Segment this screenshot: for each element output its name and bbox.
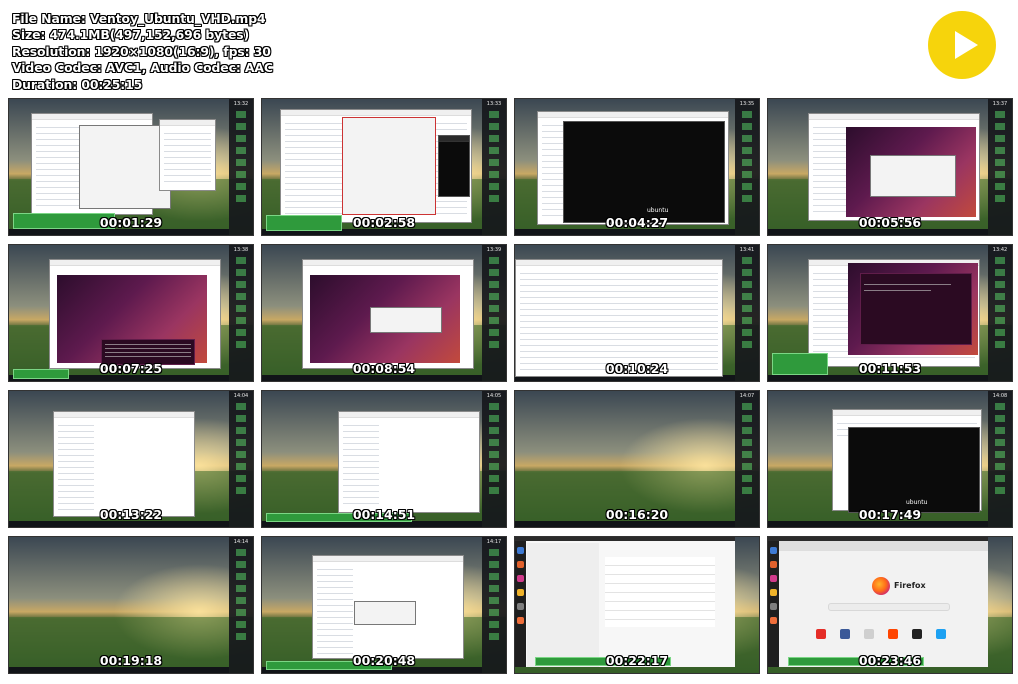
video-thumbnail[interactable]: 14:17 00:20:48 (261, 536, 507, 674)
thumbnail-timestamp: 00:02:58 (352, 215, 416, 230)
video-metadata: File Name: Ventoy_Ubuntu_VHD.mp4 Size: 4… (12, 11, 412, 93)
taskbar-clock: 13:38 (233, 247, 249, 253)
taskbar-clock: 14:08 (992, 393, 1008, 399)
video-thumbnail[interactable]: 13:38 00:07:25 (8, 244, 254, 382)
thumbnail-timestamp: 00:20:48 (352, 653, 416, 668)
video-thumbnail[interactable]: 14:08 ubuntu 00:17:49 (767, 390, 1013, 528)
firefox-search-bar[interactable] (828, 603, 950, 611)
video-thumbnail[interactable]: 13:32 00:01:29 (8, 98, 254, 236)
video-thumbnail[interactable]: 14:04 00:13:22 (8, 390, 254, 528)
play-icon (955, 31, 978, 59)
thumbnail-timestamp: 00:13:22 (99, 507, 163, 522)
taskbar-clock: 14:17 (486, 539, 502, 545)
thumbnail-timestamp: 00:05:56 (858, 215, 922, 230)
taskbar-clock: 13:35 (739, 101, 755, 107)
taskbar-clock: 14:07 (739, 393, 755, 399)
thumbnail-timestamp: 00:22:17 (605, 653, 669, 668)
video-thumbnail[interactable]: Firefox 00:23:46 (767, 536, 1013, 674)
thumbnail-timestamp: 00:07:25 (99, 361, 163, 376)
thumbnail-timestamp: 00:17:49 (858, 507, 922, 522)
taskbar-clock: 13:37 (992, 101, 1008, 107)
video-thumbnail[interactable]: 13:41 00:10:24 (514, 244, 760, 382)
taskbar-clock: 13:39 (486, 247, 502, 253)
taskbar-clock: 13:42 (992, 247, 1008, 253)
file-size: Size: 474.1MB(497,152,696 bytes) (12, 27, 250, 43)
thumbnail-timestamp: 00:08:54 (352, 361, 416, 376)
video-thumbnail[interactable]: 13:35 ubuntu 00:04:27 (514, 98, 760, 236)
thumbnail-timestamp: 00:23:46 (858, 653, 922, 668)
resolution: Resolution: 1920×1080(16:9), fps: 30 (12, 43, 271, 59)
taskbar-clock: 13:41 (739, 247, 755, 253)
ubuntu-boot-logo: ubuntu (647, 207, 669, 214)
thumbnail-timestamp: 00:19:18 (99, 653, 163, 668)
video-thumbnail[interactable]: 00:22:17 (514, 536, 760, 674)
codec-info: Video Codec: AVC1, Audio Codec: AAC (12, 60, 273, 76)
thumbnail-timestamp: 00:11:53 (858, 361, 922, 376)
taskbar-clock: 14:05 (486, 393, 502, 399)
video-thumbnail[interactable]: 14:14 00:19:18 (8, 536, 254, 674)
thumbnail-grid: 13:32 00:01:29 13:33 00:02:58 13:35 ubun… (8, 98, 1013, 677)
video-thumbnail[interactable]: 13:37 00:05:56 (767, 98, 1013, 236)
thumbnail-timestamp: 00:14:51 (352, 507, 416, 522)
video-thumbnail[interactable]: 13:42 00:11:53 (767, 244, 1013, 382)
thumbnail-timestamp: 00:10:24 (605, 361, 669, 376)
taskbar-clock: 14:14 (233, 539, 249, 545)
taskbar-clock: 14:04 (233, 393, 249, 399)
taskbar-clock: 13:32 (233, 101, 249, 107)
ubuntu-boot-logo-2: ubuntu (906, 499, 928, 506)
firefox-logo-icon (872, 577, 890, 595)
video-thumbnail[interactable]: 13:39 00:08:54 (261, 244, 507, 382)
thumbnail-timestamp: 00:01:29 (99, 215, 163, 230)
play-logo-button[interactable] (928, 11, 996, 79)
taskbar-clock: 13:33 (486, 101, 502, 107)
thumbnail-timestamp: 00:04:27 (605, 215, 669, 230)
video-thumbnail[interactable]: 14:07 00:16:20 (514, 390, 760, 528)
firefox-title: Firefox (894, 581, 926, 590)
file-name: File Name: Ventoy_Ubuntu_VHD.mp4 (12, 11, 266, 26)
video-thumbnail[interactable]: 13:33 00:02:58 (261, 98, 507, 236)
thumbnail-timestamp: 00:16:20 (605, 507, 669, 522)
video-thumbnail[interactable]: 14:05 00:14:51 (261, 390, 507, 528)
duration: Duration: 00:25:15 (12, 76, 143, 92)
